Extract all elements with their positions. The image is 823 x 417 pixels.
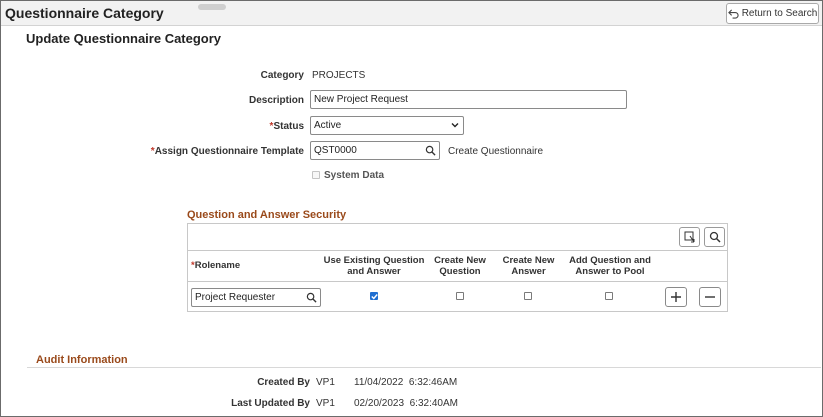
audit-divider [27,367,821,368]
create-answer-column-header: Create New Answer [502,255,555,277]
use-existing-checkbox[interactable] [370,292,378,300]
security-section-title: Question and Answer Security [187,209,347,221]
template-label: *Assign Questionnaire Template [104,146,304,157]
template-label-text: Assign Questionnaire Template [154,146,304,157]
return-to-search-button[interactable]: Return to Search [726,3,819,24]
updated-by-label: Last Updated By [231,398,310,409]
updated-by-user: VP1 [316,398,335,409]
create-question-checkbox[interactable] [456,292,464,300]
template-input[interactable]: QST0000 [310,141,440,160]
security-grid: *Rolename Use Existing Question and Answ… [187,223,728,312]
description-input[interactable]: New Project Request [310,90,627,109]
description-label: Description [248,95,304,106]
create-question-column-header: Create New Question [434,255,486,277]
system-data-label: System Data [324,170,385,181]
add-to-pool-column-header: Add Question and Answer to Pool [569,255,651,277]
rolename-value: Project Requester [195,292,276,303]
created-by-time: 11/04/2022 6:32:46AM [354,377,458,388]
rolename-column-header: *Rolename [191,260,240,271]
created-by-label: Created By [257,377,310,388]
search-icon[interactable] [425,145,436,156]
minus-icon [705,296,715,298]
form-subtitle: Update Questionnaire Category [26,31,222,46]
add-row-button[interactable] [665,287,687,307]
status-selected-value: Active [314,120,342,131]
updated-by-time: 02/20/2023 6:32:40AM [354,398,458,409]
status-select[interactable]: Active [310,116,464,135]
system-data-checkbox [312,171,320,179]
rolename-input[interactable]: Project Requester [191,288,321,307]
category-value: PROJECTS [312,70,366,81]
status-label-text: Status [273,121,304,132]
page-title: Questionnaire Category [5,5,164,21]
search-icon [709,231,721,243]
download-icon [684,231,695,243]
create-questionnaire-link[interactable]: Create Questionnaire [448,146,543,157]
status-label: *Status [104,121,304,132]
delete-row-button[interactable] [699,287,721,307]
create-answer-checkbox[interactable] [524,292,532,300]
audit-section-title: Audit Information [36,354,128,366]
category-label: Category [260,70,304,81]
return-arrow-icon [727,9,739,19]
grid-search-button[interactable] [704,227,725,247]
chevron-down-icon [451,123,459,128]
return-to-search-label: Return to Search [741,8,818,19]
add-to-pool-checkbox[interactable] [605,292,613,300]
plus-icon [671,292,681,302]
page-header: Questionnaire Category Return to Search [1,1,822,26]
drag-handle[interactable] [198,4,226,10]
grid-divider [188,250,727,251]
download-button[interactable] [679,227,700,247]
rolename-header-text: Rolename [194,260,241,271]
use-existing-column-header: Use Existing Question and Answer [323,255,425,277]
checkmark-icon [371,294,378,300]
created-by-user: VP1 [316,377,335,388]
grid-header-divider [188,281,727,282]
template-value: QST0000 [314,145,357,156]
search-icon[interactable] [306,292,317,303]
